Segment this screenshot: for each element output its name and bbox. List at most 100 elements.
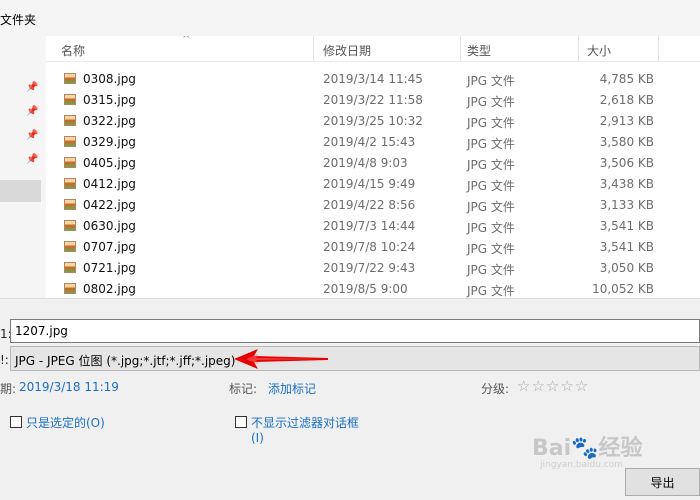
no-filter-dialog-label-suffix[interactable]: (I) bbox=[251, 431, 264, 445]
file-modified-cell: 2019/4/8 9:03 bbox=[323, 156, 408, 170]
file-list[interactable]: ^ 名称 修改日期 类型 大小 0308.jpg 2019/3/14 11:45 J… bbox=[46, 36, 700, 298]
file-type-cell: JPG 文件 bbox=[467, 242, 515, 256]
file-row[interactable]: 0322.jpg 2019/3/25 10:32 JPG 文件 2,913 KB bbox=[46, 110, 700, 131]
file-modified-cell: 2019/7/3 14:44 bbox=[323, 219, 416, 233]
export-button[interactable]: 导出 bbox=[625, 468, 700, 496]
column-header-name[interactable]: 名称 bbox=[61, 42, 85, 59]
file-type-cell: JPG 文件 bbox=[467, 116, 515, 130]
jpg-file-icon bbox=[64, 199, 76, 210]
watermark-main: Bai🐾经验 bbox=[532, 436, 643, 461]
baidu-watermark: Bai🐾经验 jingyan.baidu.com bbox=[532, 430, 662, 470]
file-size-cell: 3,541 KB bbox=[599, 240, 654, 254]
red-arrow-annotation-icon bbox=[234, 349, 328, 369]
file-type-label: !: bbox=[0, 353, 9, 367]
file-row[interactable]: 0315.jpg 2019/3/22 11:58 JPG 文件 2,618 KB bbox=[46, 89, 700, 110]
nav-selected-item[interactable] bbox=[0, 180, 41, 202]
file-name-cell: 0329.jpg bbox=[83, 135, 136, 149]
no-filter-dialog-label[interactable]: 不显示过滤器对话框 bbox=[251, 414, 359, 431]
file-size-cell: 2,618 KB bbox=[599, 93, 654, 107]
file-size-cell: 3,050 KB bbox=[599, 261, 654, 275]
only-selected-checkbox[interactable] bbox=[10, 416, 22, 428]
file-modified-cell: 2019/4/15 9:49 bbox=[323, 177, 416, 191]
pin-icon[interactable]: 📌 bbox=[26, 130, 38, 142]
file-type-cell: JPG 文件 bbox=[467, 221, 515, 235]
file-row[interactable]: 0721.jpg 2019/7/22 9:43 JPG 文件 3,050 KB bbox=[46, 257, 700, 278]
column-header-modified[interactable]: 修改日期 bbox=[323, 42, 371, 59]
file-size-cell: 3,133 KB bbox=[599, 198, 654, 212]
navigation-pane: 📌 📌 📌 📌 bbox=[0, 36, 46, 298]
file-name-cell: 0322.jpg bbox=[83, 114, 136, 128]
file-row[interactable]: 0707.jpg 2019/7/8 10:24 JPG 文件 3,541 KB bbox=[46, 236, 700, 257]
pin-icon[interactable]: 📌 bbox=[26, 106, 38, 118]
file-size-cell: 3,438 KB bbox=[599, 177, 654, 191]
file-row[interactable]: 0329.jpg 2019/4/2 15:43 JPG 文件 3,580 KB bbox=[46, 131, 700, 152]
file-name-cell: 0721.jpg bbox=[83, 261, 136, 275]
column-header-size[interactable]: 大小 bbox=[587, 42, 611, 59]
rating-stars[interactable]: ☆☆☆☆☆ bbox=[517, 377, 589, 395]
file-row[interactable]: 0405.jpg 2019/4/8 9:03 JPG 文件 3,506 KB bbox=[46, 152, 700, 173]
date-label: 期: bbox=[0, 382, 17, 396]
file-row[interactable]: 0308.jpg 2019/3/14 11:45 JPG 文件 4,785 KB bbox=[46, 68, 700, 89]
file-row[interactable]: 0802.jpg 2019/8/5 9:00 JPG 文件 10,052 KB bbox=[46, 278, 700, 298]
file-type-cell: JPG 文件 bbox=[467, 179, 515, 193]
file-modified-cell: 2019/7/8 10:24 bbox=[323, 240, 416, 254]
only-selected-label[interactable]: 只是选定的(O) bbox=[26, 414, 105, 431]
file-type-cell: JPG 文件 bbox=[467, 137, 515, 151]
file-type-cell: JPG 文件 bbox=[467, 284, 515, 298]
file-modified-cell: 2019/3/14 11:45 bbox=[323, 72, 423, 86]
jpg-file-icon bbox=[64, 115, 76, 126]
jpg-file-icon bbox=[64, 94, 76, 105]
column-separator[interactable] bbox=[578, 36, 579, 62]
file-modified-cell: 2019/4/22 8:56 bbox=[323, 198, 416, 212]
column-header-type[interactable]: 类型 bbox=[467, 42, 491, 59]
file-modified-cell: 2019/4/2 15:43 bbox=[323, 135, 416, 149]
jpg-file-icon bbox=[64, 73, 76, 84]
file-name-cell: 0405.jpg bbox=[83, 156, 136, 170]
file-size-cell: 4,785 KB bbox=[599, 72, 654, 86]
title-bar: 文件夹 bbox=[0, 0, 700, 36]
file-size-cell: 2,913 KB bbox=[599, 114, 654, 128]
file-type-select[interactable]: JPG - JPEG 位图 (*.jpg;*.jtf;*.jff;*.jpeg) bbox=[10, 346, 700, 371]
list-header: ^ 名称 修改日期 类型 大小 bbox=[46, 36, 700, 62]
file-modified-cell: 2019/7/22 9:43 bbox=[323, 261, 416, 275]
file-type-cell: JPG 文件 bbox=[467, 263, 515, 277]
jpg-file-icon bbox=[64, 283, 76, 294]
file-row[interactable]: 0422.jpg 2019/4/22 8:56 JPG 文件 3,133 KB bbox=[46, 194, 700, 215]
column-separator[interactable] bbox=[460, 36, 461, 62]
file-type-cell: JPG 文件 bbox=[467, 74, 515, 88]
file-size-cell: 3,506 KB bbox=[599, 156, 654, 170]
file-size-cell: 3,580 KB bbox=[599, 135, 654, 149]
pin-icon[interactable]: 📌 bbox=[26, 154, 38, 166]
jpg-file-icon bbox=[64, 220, 76, 231]
file-type-cell: JPG 文件 bbox=[467, 95, 515, 109]
jpg-file-icon bbox=[64, 178, 76, 189]
file-name-cell: 0802.jpg bbox=[83, 282, 136, 296]
column-separator[interactable] bbox=[658, 36, 659, 62]
file-name-cell: 0422.jpg bbox=[83, 198, 136, 212]
jpg-file-icon bbox=[64, 136, 76, 147]
jpg-file-icon bbox=[64, 157, 76, 168]
file-type-cell: JPG 文件 bbox=[467, 200, 515, 214]
date-value[interactable]: 2019/3/18 11:19 bbox=[19, 380, 119, 394]
file-modified-cell: 2019/8/5 9:00 bbox=[323, 282, 408, 296]
file-row[interactable]: 0630.jpg 2019/7/3 14:44 JPG 文件 3,541 KB bbox=[46, 215, 700, 236]
file-name-input[interactable]: 1207.jpg bbox=[10, 319, 700, 343]
file-name-cell: 0630.jpg bbox=[83, 219, 136, 233]
file-name-value: 1207.jpg bbox=[15, 324, 68, 338]
watermark-sub: jingyan.baidu.com bbox=[540, 460, 624, 470]
tags-label: 标记: bbox=[229, 382, 258, 396]
file-type-value: JPG - JPEG 位图 (*.jpg;*.jtf;*.jff;*.jpeg) bbox=[15, 354, 236, 368]
file-type-cell: JPG 文件 bbox=[467, 158, 515, 172]
add-tags-link[interactable]: 添加标记 bbox=[268, 380, 316, 397]
pin-icon[interactable]: 📌 bbox=[26, 82, 38, 94]
file-name-cell: 0308.jpg bbox=[83, 72, 136, 86]
file-size-cell: 3,541 KB bbox=[599, 219, 654, 233]
no-filter-dialog-checkbox[interactable] bbox=[235, 416, 247, 428]
file-name-cell: 0412.jpg bbox=[83, 177, 136, 191]
column-separator[interactable] bbox=[313, 36, 314, 62]
rating-label: 分级: bbox=[481, 382, 510, 396]
file-row[interactable]: 0412.jpg 2019/4/15 9:49 JPG 文件 3,438 KB bbox=[46, 173, 700, 194]
jpg-file-icon bbox=[64, 241, 76, 252]
sort-ascending-icon: ^ bbox=[182, 36, 191, 45]
file-modified-cell: 2019/3/25 10:32 bbox=[323, 114, 423, 128]
